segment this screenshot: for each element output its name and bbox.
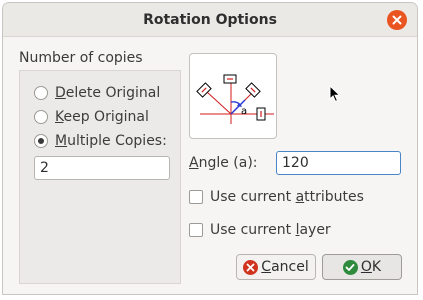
copies-group-label: Number of copies xyxy=(19,50,143,66)
radio-button[interactable] xyxy=(34,86,48,100)
cancel-button[interactable]: Cancel xyxy=(236,254,316,280)
radio-label: Delete Original xyxy=(55,85,161,101)
use-current-attributes-option[interactable]: Use current attributes xyxy=(189,189,364,205)
ok-icon xyxy=(342,259,358,275)
checkbox[interactable] xyxy=(189,223,203,237)
close-icon xyxy=(392,15,402,25)
checkbox-label: Use current layer xyxy=(210,222,331,238)
radio-button[interactable] xyxy=(34,110,48,124)
checkbox[interactable] xyxy=(189,190,203,204)
cancel-label: Cancel xyxy=(261,259,309,275)
angle-symbol-label: a xyxy=(241,106,247,117)
radio-delete-original[interactable]: Delete Original xyxy=(34,85,160,101)
title-bar[interactable]: Rotation Options xyxy=(3,3,417,37)
radio-multiple-copies[interactable]: Multiple Copies: xyxy=(34,133,167,149)
mouse-cursor-icon xyxy=(329,85,341,103)
rotation-illustration: a xyxy=(189,53,277,139)
checkbox-label: Use current attributes xyxy=(210,189,364,205)
rotation-diagram-icon: a xyxy=(196,74,274,124)
use-current-layer-option[interactable]: Use current layer xyxy=(189,222,331,238)
dialog-title: Rotation Options xyxy=(143,12,277,28)
copies-count-input[interactable]: 2 xyxy=(34,156,170,180)
radio-keep-original[interactable]: Keep Original xyxy=(34,109,149,125)
angle-input[interactable]: 120 xyxy=(276,151,401,175)
radio-label: Keep Original xyxy=(55,109,149,125)
ok-label: OK xyxy=(360,259,382,275)
radio-label: Multiple Copies: xyxy=(55,133,167,149)
angle-label: Angle (a): xyxy=(189,155,258,171)
close-button[interactable] xyxy=(387,10,407,30)
cancel-icon xyxy=(243,259,259,275)
radio-button-selected[interactable] xyxy=(34,134,48,148)
ok-button[interactable]: OK xyxy=(322,254,402,280)
